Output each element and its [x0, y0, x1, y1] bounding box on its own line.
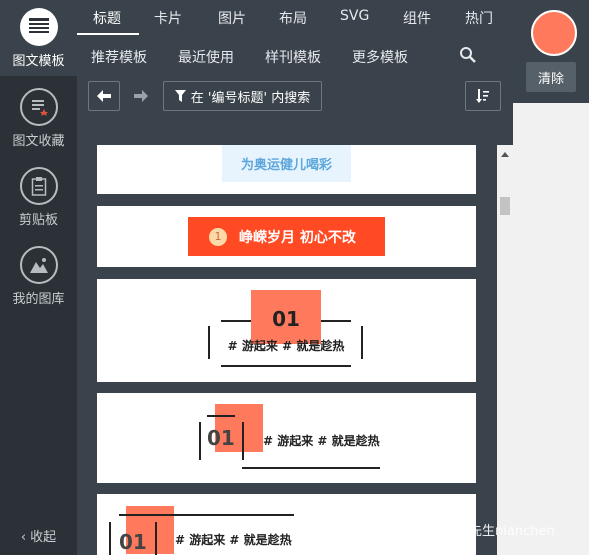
card-title: 为奥运健儿喝彩: [222, 145, 351, 182]
divider: [361, 326, 363, 359]
search-in-label: 在 '编号标题' 内搜索: [190, 90, 311, 106]
clear-button[interactable]: 清除: [526, 62, 576, 92]
top-tabs: 标题 卡片 图片 布局 SVG 组件 热门: [77, 0, 513, 38]
filter-icon: [174, 90, 186, 102]
divider: [109, 522, 111, 555]
subtab-recent[interactable]: 最近使用: [178, 47, 234, 67]
tab-title[interactable]: 标题: [93, 8, 121, 28]
number-badge: 1: [209, 227, 227, 246]
card-number: 01: [207, 426, 235, 450]
watermark: ✿ 念尘先生nianchen: [428, 520, 555, 539]
wechat-icon: ✿: [428, 524, 439, 539]
favorites-icon: [19, 88, 58, 126]
divider: [242, 422, 244, 460]
main-panel: 标题 卡片 图片 布局 SVG 组件 热门 推荐模板 最近使用 样刊模板 更多模…: [77, 0, 513, 555]
scrollbar-thumb[interactable]: [500, 197, 510, 215]
template-icon: [19, 8, 58, 46]
scroll-up-icon[interactable]: [501, 152, 509, 157]
divider: [207, 415, 235, 417]
sidebar-item-favorites[interactable]: 图文收藏: [0, 88, 77, 149]
template-card[interactable]: 01 # 游起来 # 就是趁热: [97, 393, 476, 483]
divider: [155, 522, 157, 555]
arrow-right-icon: [134, 90, 148, 102]
collapse-button[interactable]: ‹ 收起: [0, 526, 77, 545]
left-sidebar: 图文模板 图文收藏 剪贴板 我的图库 ‹ 收起: [0, 0, 77, 555]
sidebar-item-gallery[interactable]: 我的图库: [0, 246, 77, 307]
sort-button[interactable]: [465, 81, 501, 111]
divider: [208, 326, 210, 359]
red-title-bar: 1 峥嵘岁月 初心不改: [188, 217, 385, 256]
template-list: 为奥运健儿喝彩 1 峥嵘岁月 初心不改 01 # 游起来 # 就是趁热 01 #…: [97, 145, 476, 555]
sidebar-item-label: 剪贴板: [18, 213, 58, 228]
template-card[interactable]: 为奥运健儿喝彩: [97, 145, 476, 194]
tab-svg[interactable]: SVG: [340, 8, 369, 24]
card-title: 峥嵘岁月 初心不改: [239, 229, 356, 246]
right-panel-header: 清除: [513, 0, 589, 103]
divider: [321, 320, 351, 322]
subtab-sample[interactable]: 样刊模板: [265, 47, 321, 67]
sub-tabs: 推荐模板 最近使用 样刊模板 更多模板: [77, 38, 513, 74]
divider: [119, 514, 294, 516]
search-in-category-button[interactable]: 在 '编号标题' 内搜索: [163, 81, 322, 111]
subtab-recommended[interactable]: 推荐模板: [91, 47, 147, 67]
search-icon[interactable]: [459, 46, 477, 64]
active-tab-underline: [77, 33, 139, 35]
tab-hot[interactable]: 热门: [465, 8, 493, 28]
clipboard-icon: [19, 167, 58, 205]
sort-icon: [476, 89, 489, 103]
subtab-more[interactable]: 更多模板: [352, 47, 408, 67]
card-subtitle: # 游起来 # 就是趁热: [175, 533, 292, 547]
card-number: 01: [272, 307, 300, 331]
arrow-left-icon: [97, 90, 111, 102]
forward-button[interactable]: [125, 81, 157, 111]
chevron-left-icon: ‹: [20, 530, 27, 545]
sidebar-item-label: 图文收藏: [12, 134, 65, 149]
divider: [221, 365, 351, 367]
sidebar-item-label: 图文模板: [12, 54, 65, 69]
sidebar-item-clipboard[interactable]: 剪贴板: [0, 167, 77, 228]
divider: [221, 320, 251, 322]
tab-component[interactable]: 组件: [403, 8, 431, 28]
back-button[interactable]: [88, 81, 120, 111]
sidebar-item-templates[interactable]: 图文模板: [0, 0, 77, 76]
card-subtitle: # 游起来 # 就是趁热: [263, 434, 380, 448]
scrollbar[interactable]: [497, 145, 513, 555]
sidebar-item-label: 我的图库: [12, 292, 65, 307]
card-number: 01: [119, 530, 147, 554]
tab-card[interactable]: 卡片: [154, 8, 182, 28]
tab-layout[interactable]: 布局: [279, 8, 307, 28]
watermark-text: 念尘先生nianchen: [443, 524, 555, 539]
template-card[interactable]: 1 峥嵘岁月 初心不改: [97, 206, 476, 267]
divider: [242, 467, 380, 469]
color-picker-swatch[interactable]: [531, 10, 577, 56]
card-subtitle: # 游起来 # 就是趁热: [227, 339, 345, 353]
tab-image[interactable]: 图片: [218, 8, 246, 28]
template-card[interactable]: 01 # 游起来 # 就是趁热: [97, 279, 476, 382]
divider: [199, 422, 201, 460]
gallery-icon: [19, 246, 58, 284]
template-card[interactable]: 01 # 游起来 # 就是趁热: [97, 494, 476, 555]
collapse-label: 收起: [30, 530, 57, 545]
right-panel: 清除: [513, 0, 589, 555]
